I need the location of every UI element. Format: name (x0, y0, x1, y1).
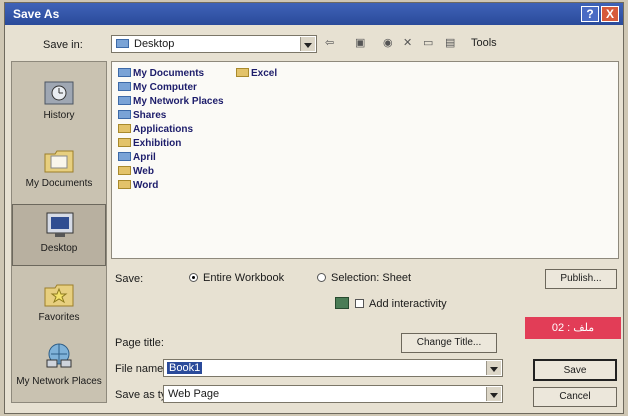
place-label: Desktop (40, 243, 78, 254)
network-icon (43, 342, 75, 370)
desktop-icon (44, 211, 76, 239)
place-my-network-places[interactable]: My Network Places (12, 336, 106, 402)
history-icon (43, 78, 75, 106)
folder-icon (118, 110, 131, 119)
help-button[interactable]: ? (581, 6, 599, 22)
change-title-button[interactable]: Change Title... (401, 333, 497, 353)
folder-icon (118, 180, 131, 189)
chevron-down-icon[interactable] (300, 37, 315, 51)
toolbar: ⇦ ▣ ◉ ✕ ▭ ▤ Tools (321, 33, 621, 53)
save-in-label: Save in: (43, 39, 83, 51)
chevron-down-icon[interactable] (486, 361, 501, 375)
file-name-label: File name: (115, 363, 167, 375)
list-item[interactable]: Shares (118, 110, 166, 122)
list-item[interactable]: My Computer (118, 82, 197, 94)
file-name-value: Book1 (167, 362, 203, 374)
save-in-dropdown[interactable]: Desktop (111, 35, 317, 53)
place-my-documents[interactable]: My Documents (12, 140, 106, 202)
save-in-value: Desktop (134, 38, 175, 50)
place-label: History (43, 110, 75, 121)
place-label: Favorites (38, 312, 80, 323)
tools-menu[interactable]: Tools (471, 35, 497, 51)
file-name-input[interactable]: Book1 (163, 359, 503, 377)
place-history[interactable]: History (12, 72, 106, 134)
list-item[interactable]: My Network Places (118, 96, 224, 108)
back-icon[interactable]: ⇦ (325, 35, 334, 51)
save-button[interactable]: Save (533, 359, 617, 381)
places-bar: History My Documents Desktop Favorites M… (11, 61, 107, 403)
list-item[interactable]: My Documents (118, 68, 204, 80)
file-list[interactable]: My Documents My Computer My Network Plac… (111, 61, 619, 259)
folder-icon (118, 68, 131, 77)
folder-icon (118, 152, 131, 161)
title-bar: Save As ? X (5, 3, 623, 25)
list-item[interactable]: April (118, 152, 156, 164)
delete-icon[interactable]: ✕ (403, 35, 412, 51)
search-web-icon[interactable]: ◉ (383, 35, 393, 51)
folder-icon (118, 124, 131, 133)
publish-button[interactable]: Publish... (545, 269, 617, 289)
save-as-type-dropdown[interactable]: Web Page (163, 385, 503, 403)
views-icon[interactable]: ▤ (445, 35, 455, 51)
list-item[interactable]: Applications (118, 124, 193, 136)
interactivity-checkbox[interactable] (355, 299, 364, 308)
computer-icon (118, 82, 131, 91)
interactivity-icon (335, 297, 349, 309)
up-folder-icon[interactable]: ▣ (355, 35, 365, 51)
entire-workbook-radio[interactable] (189, 273, 198, 282)
close-button[interactable]: X (601, 6, 619, 22)
place-label: My Documents (25, 178, 93, 189)
folder-icon (118, 166, 131, 175)
list-item[interactable]: Word (118, 180, 158, 192)
save-label: Save: (115, 273, 144, 285)
list-item[interactable]: Exhibition (118, 138, 181, 150)
selection-radio[interactable] (317, 273, 326, 282)
interactivity-label[interactable]: Add interactivity (369, 298, 447, 310)
save-as-dialog: Save As ? X Save in: Desktop ⇦ ▣ ◉ ✕ ▭ ▤… (4, 2, 624, 414)
place-favorites[interactable]: Favorites (12, 274, 106, 336)
watermark-badge: ملف : 02 (525, 317, 621, 339)
my-documents-icon (43, 146, 75, 174)
dialog-title: Save As (13, 7, 60, 21)
page-title-label: Page title: (115, 337, 164, 349)
folder-icon (236, 68, 249, 77)
place-label: My Network Places (16, 376, 102, 387)
selection-label[interactable]: Selection: Sheet (331, 272, 411, 284)
list-item[interactable]: Web (118, 166, 154, 178)
desktop-icon (116, 39, 129, 48)
folder-icon (118, 138, 131, 147)
place-desktop[interactable]: Desktop (12, 204, 106, 266)
cancel-button[interactable]: Cancel (533, 387, 617, 407)
list-item[interactable]: Excel (236, 68, 277, 80)
entire-workbook-label[interactable]: Entire Workbook (203, 272, 284, 284)
favorites-icon (43, 280, 75, 308)
new-folder-icon[interactable]: ▭ (423, 35, 433, 51)
save-as-type-value: Web Page (168, 388, 220, 400)
network-icon (118, 96, 131, 105)
chevron-down-icon[interactable] (486, 387, 501, 401)
